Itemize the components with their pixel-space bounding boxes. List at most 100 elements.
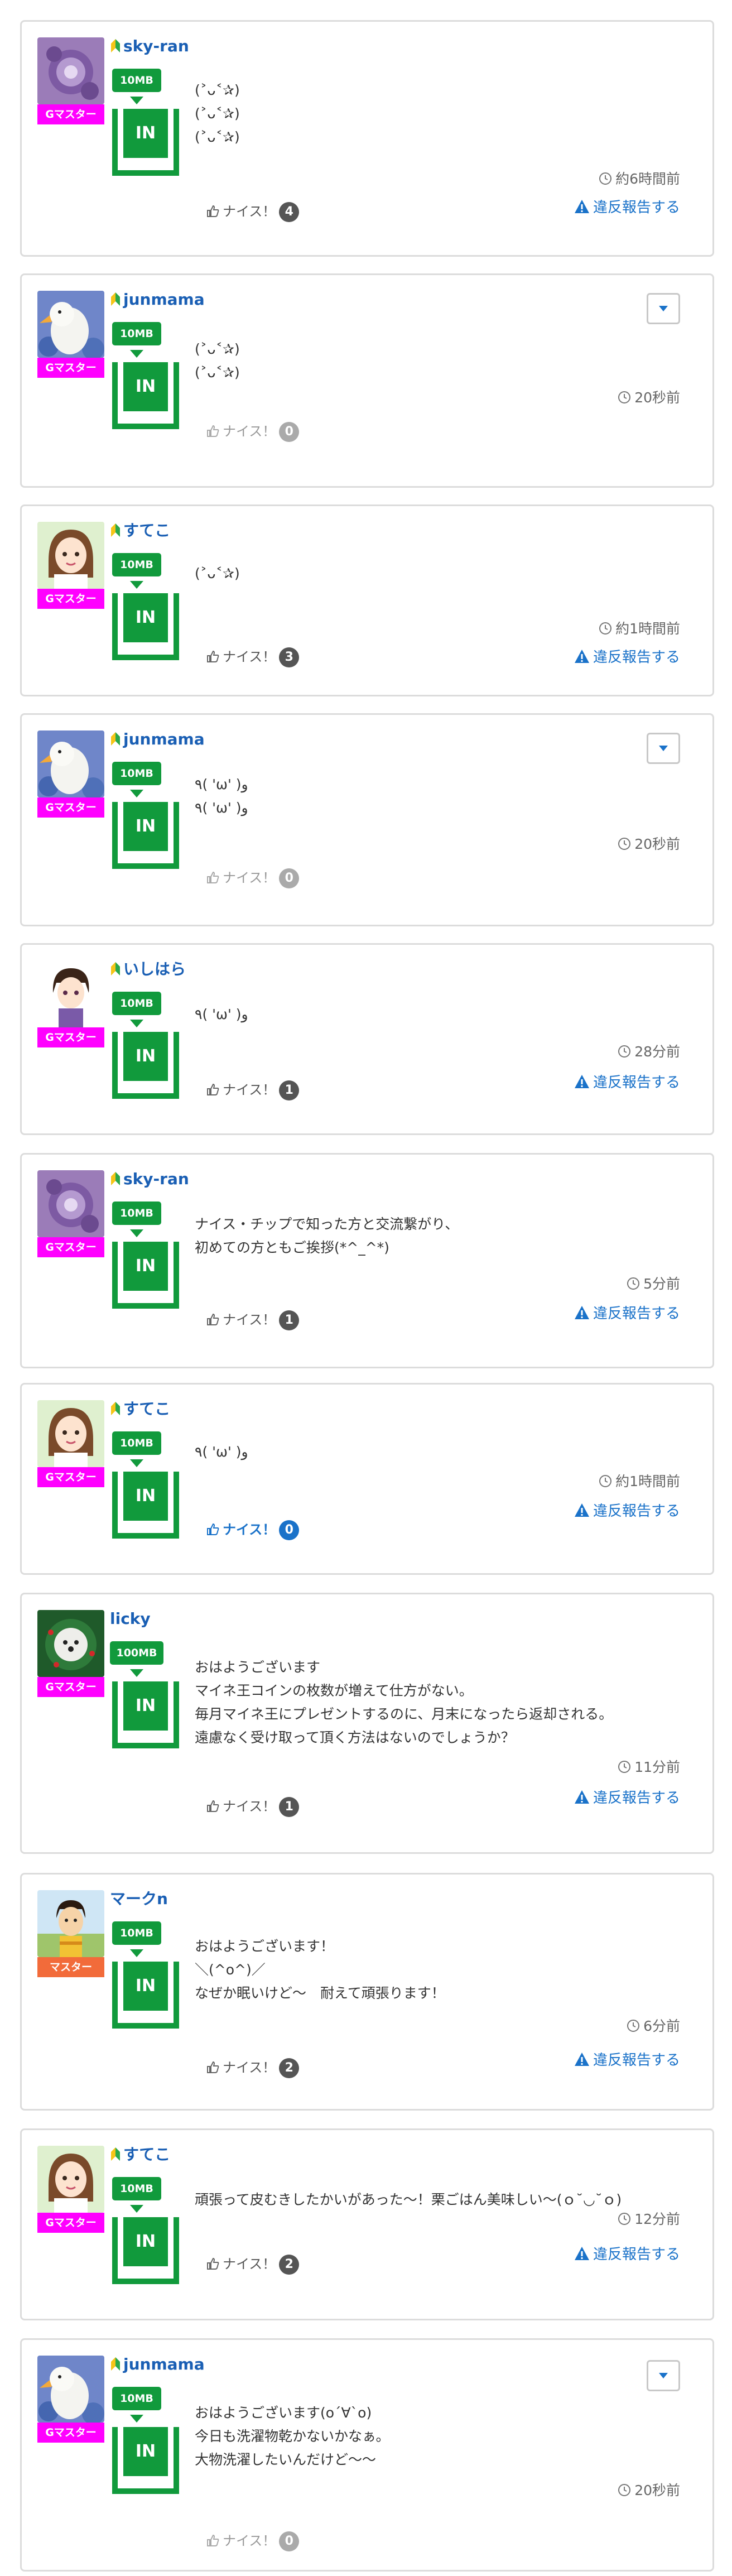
post-timestamp: 20秒前 bbox=[618, 2479, 680, 2500]
post-timestamp: 28分前 bbox=[618, 1041, 680, 1061]
capacity-badge: 10MB bbox=[112, 2177, 161, 2200]
report-link[interactable]: 違反報告する bbox=[574, 2049, 680, 2069]
timestamp-text: 5分前 bbox=[643, 1276, 680, 1292]
nice-button[interactable]: ナイス！ 1 bbox=[206, 1795, 300, 1817]
post-message: ٩( 'ω' )و bbox=[195, 1444, 248, 1460]
in-tank-button[interactable]: IN bbox=[112, 2217, 179, 2284]
in-tank-button[interactable]: IN bbox=[112, 109, 179, 176]
nice-button[interactable]: ナイス！ 0 bbox=[206, 1518, 300, 1540]
warning-icon bbox=[574, 200, 589, 213]
duck-icon[interactable] bbox=[37, 730, 104, 797]
warning-icon bbox=[574, 1306, 589, 1319]
in-tank-button[interactable]: IN bbox=[112, 2427, 179, 2494]
username-link[interactable]: すてこ bbox=[110, 2145, 170, 2165]
username-link[interactable]: sky-ran bbox=[110, 1169, 189, 1189]
post-menu-button[interactable] bbox=[647, 2360, 680, 2391]
post-message: おはようございます(o´∀`o) 今日も洗濯物乾かないかなぁ。 大物洗濯したいん… bbox=[195, 2405, 390, 2468]
nice-button[interactable]: ナイス！ 0 bbox=[206, 867, 300, 888]
report-link[interactable]: 違反報告する bbox=[574, 1500, 680, 1520]
report-link[interactable]: 違反報告する bbox=[574, 1071, 680, 1092]
nice-button[interactable]: ナイス！ 0 bbox=[206, 420, 300, 442]
in-tank-button[interactable]: IN bbox=[112, 1681, 179, 1748]
nice-button[interactable]: ナイス！ 2 bbox=[206, 2253, 300, 2275]
capacity-badge: 100MB bbox=[110, 1641, 163, 1665]
nice-button[interactable]: ナイス！ 1 bbox=[206, 1079, 300, 1100]
timestamp-text: 20秒前 bbox=[634, 390, 680, 406]
beginner-mark-icon bbox=[110, 2145, 123, 2164]
dog-wreath-icon[interactable] bbox=[37, 1610, 104, 1677]
girl-icon[interactable] bbox=[37, 1400, 104, 1467]
in-label: IN bbox=[123, 2427, 168, 2476]
purple-flower-icon[interactable] bbox=[37, 37, 104, 104]
nice-button[interactable]: ナイス！ 3 bbox=[206, 646, 300, 667]
post-menu-button[interactable] bbox=[647, 733, 680, 764]
username-link[interactable]: すてこ bbox=[110, 1399, 170, 1419]
nice-count: 0 bbox=[279, 1520, 300, 1540]
nice-label: ナイス！ bbox=[223, 2533, 276, 2549]
timestamp-text: 28分前 bbox=[634, 1044, 680, 1060]
username-link[interactable]: junmama bbox=[110, 290, 205, 310]
post-card: Gマスター すてこ 10MB IN 頑張って皮むきしたかいがあった〜！栗ごはん美味しい〜… bbox=[20, 2128, 714, 2320]
username-link[interactable]: junmama bbox=[110, 2354, 205, 2375]
username-link[interactable]: licky bbox=[110, 1609, 151, 1629]
boy-icon[interactable] bbox=[37, 960, 104, 1027]
post-menu-button[interactable] bbox=[647, 293, 680, 324]
thumbs-up-icon bbox=[207, 650, 219, 662]
rank-badge: Gマスター bbox=[37, 797, 104, 818]
nice-button[interactable]: ナイス！ 2 bbox=[206, 2056, 300, 2078]
capacity-arrow-icon bbox=[130, 1229, 143, 1237]
duck-icon[interactable] bbox=[37, 291, 104, 358]
report-link[interactable]: 違反報告する bbox=[574, 196, 680, 217]
post-message: 頑張って皮むきしたかいがあった〜！栗ごはん美味しい〜(ｏ˘◡˘ｏ) bbox=[195, 2191, 622, 2208]
rank-badge: Gマスター bbox=[37, 2213, 104, 2233]
in-tank-button[interactable]: IN bbox=[112, 1242, 179, 1309]
in-tank-button[interactable]: IN bbox=[112, 1962, 179, 2029]
nice-button[interactable]: ナイス！ 4 bbox=[206, 200, 300, 222]
report-link[interactable]: 違反報告する bbox=[574, 1786, 680, 1807]
post-timestamp: 約6時間前 bbox=[599, 168, 680, 188]
girl-icon[interactable] bbox=[37, 522, 104, 589]
warning-icon bbox=[574, 1503, 589, 1517]
nice-count: 0 bbox=[279, 422, 300, 442]
in-label: IN bbox=[123, 1472, 168, 1521]
username-link[interactable]: マークn bbox=[110, 1889, 168, 1909]
in-tank-button[interactable]: IN bbox=[112, 593, 179, 660]
man-icon[interactable] bbox=[37, 1890, 104, 1957]
report-link[interactable]: 違反報告する bbox=[574, 2243, 680, 2263]
girl-icon[interactable] bbox=[37, 2146, 104, 2213]
post-card: Gマスター junmama 10MB IN ٩( 'ω' )و ٩( 'ω' )و 20秒… bbox=[20, 713, 714, 926]
username-text: junmama bbox=[123, 290, 205, 309]
capacity-badge: 10MB bbox=[112, 69, 161, 92]
timestamp-text: 20秒前 bbox=[634, 836, 680, 852]
username-link[interactable]: すてこ bbox=[110, 521, 170, 541]
nice-label: ナイス！ bbox=[223, 649, 276, 665]
report-link[interactable]: 違反報告する bbox=[574, 1302, 680, 1323]
duck-icon[interactable] bbox=[37, 2356, 104, 2423]
report-text: 違反報告する bbox=[593, 199, 680, 216]
post-timestamp: 20秒前 bbox=[618, 833, 680, 853]
report-text: 違反報告する bbox=[593, 1503, 680, 1520]
username-link[interactable]: sky-ran bbox=[110, 36, 189, 56]
nice-button[interactable]: ナイス！ 1 bbox=[206, 1309, 300, 1330]
report-link[interactable]: 違反報告する bbox=[574, 646, 680, 666]
post-message: ٩( 'ω' )و ٩( 'ω' )و bbox=[195, 776, 248, 816]
caret-down-icon bbox=[659, 746, 668, 751]
username-link[interactable]: いしはら bbox=[110, 959, 186, 979]
capacity-arrow-icon bbox=[130, 97, 143, 104]
thumbs-up-icon bbox=[207, 2061, 219, 2073]
post-timestamp: 12分前 bbox=[618, 2208, 680, 2228]
in-tank-button[interactable]: IN bbox=[112, 802, 179, 869]
post-card: Gマスター すてこ 10MB IN (˃ᴗ˂✰) 約1時間前 違反報告する ナイス！ 3 bbox=[20, 504, 714, 696]
username-link[interactable]: junmama bbox=[110, 729, 205, 749]
post-message: (˃ᴗ˂✰) bbox=[195, 565, 240, 581]
purple-flower-icon[interactable] bbox=[37, 1170, 104, 1237]
report-text: 違反報告する bbox=[593, 1790, 680, 1806]
in-tank-button[interactable]: IN bbox=[112, 1032, 179, 1099]
beginner-mark-icon bbox=[110, 37, 123, 55]
in-tank-button[interactable]: IN bbox=[112, 1472, 179, 1539]
nice-button[interactable]: ナイス！ 0 bbox=[206, 2530, 300, 2551]
beginner-mark-icon bbox=[110, 2355, 123, 2373]
nice-label: ナイス！ bbox=[223, 870, 276, 886]
in-tank-button[interactable]: IN bbox=[112, 362, 179, 429]
capacity-badge: 10MB bbox=[112, 1202, 161, 1225]
